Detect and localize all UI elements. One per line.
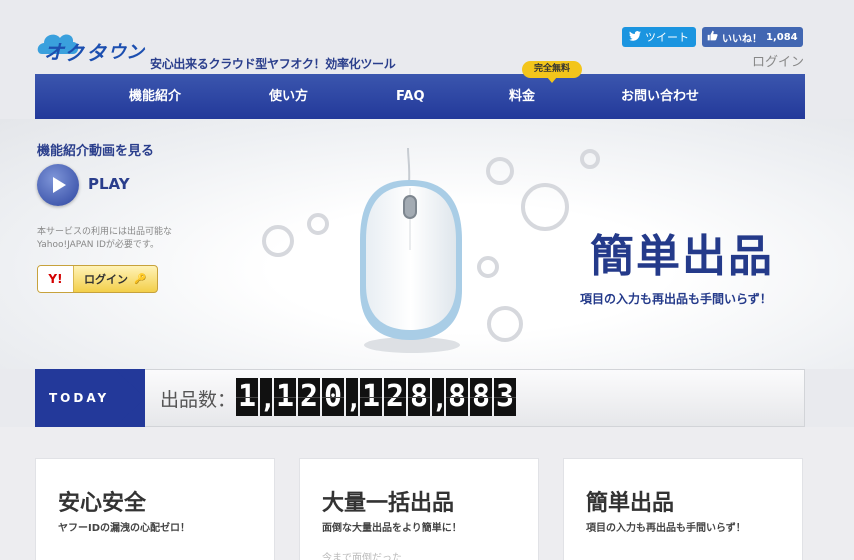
key-icon: 🔑 <box>134 273 147 285</box>
feature-card-easy-listing: 簡単出品 項目の入力も再出品も手間いらず！ <box>563 458 803 560</box>
counter-digit: 8 <box>470 378 492 416</box>
yahoo-login-button[interactable]: Y! ログイン 🔑 <box>37 265 158 293</box>
counter-digit: 1 <box>236 378 258 416</box>
like-button[interactable]: いいね！ 1,084 <box>702 27 803 47</box>
nav-item-how-to-use[interactable]: 使い方 <box>269 74 308 119</box>
card-subtitle: ヤフーIDの漏洩の心配ゼロ！ <box>58 523 191 534</box>
svg-text:ン: ン <box>126 42 146 63</box>
svg-text:タ: タ <box>86 41 108 65</box>
nav-item-features[interactable]: 機能紹介 <box>129 74 181 119</box>
card-title: 簡単出品 <box>586 491 675 516</box>
counter-comma: , <box>260 378 276 416</box>
nav-item-pricing[interactable]: 料金 <box>509 74 535 119</box>
mouse-image <box>360 147 462 353</box>
feature-card-bulk-listing: 大量一括出品 面倒な大量出品をより簡単に！ 今まで面倒だった <box>299 458 539 560</box>
counter-comma: , <box>346 378 362 416</box>
like-count: 1,084 <box>766 31 798 43</box>
like-label: いいね！ <box>722 33 762 45</box>
tweet-label: ツイート <box>645 31 689 44</box>
counter-digit: 1 <box>274 378 296 416</box>
card-body: 今まで面倒だった <box>322 553 402 560</box>
nav-item-contact[interactable]: お問い合わせ <box>621 74 699 119</box>
counter-digit: 8 <box>446 378 468 416</box>
counter-digit: 8 <box>408 378 430 416</box>
card-title: 安心安全 <box>58 491 147 516</box>
counter-digit: 2 <box>298 378 320 416</box>
social-buttons: ツイート いいね！ 1,084 <box>622 27 803 47</box>
free-badge: 完全無料 <box>522 61 582 83</box>
yahoo-logo-icon: Y! <box>38 266 74 292</box>
play-button[interactable] <box>37 164 79 206</box>
hero-subtitle: 項目の入力も再出品も手間いらず！ <box>580 292 772 306</box>
card-subtitle: 面倒な大量出品をより簡単に！ <box>322 523 462 534</box>
tweet-button[interactable]: ツイート <box>622 27 696 47</box>
counter-digit: 2 <box>384 378 406 416</box>
nav-item-faq[interactable]: FAQ <box>396 74 425 119</box>
yahoo-id-notice: 本サービスの利用には出品可能なYahoo!JAPAN IDが必要です。 <box>37 227 173 250</box>
counter-digit: 1 <box>360 378 382 416</box>
card-title: 大量一括出品 <box>322 491 455 516</box>
twitter-bird-icon <box>629 30 641 44</box>
counter-digit: 3 <box>494 378 516 416</box>
thumbs-up-icon <box>707 30 718 44</box>
counter-comma: , <box>432 378 448 416</box>
feature-card-safety: 安心安全 ヤフーIDの漏洩の心配ゼロ！ <box>35 458 275 560</box>
counter-digit: 0 <box>322 378 344 416</box>
card-subtitle: 項目の入力も再出品も手間いらず！ <box>586 523 746 534</box>
listing-count-label: 出品数： <box>160 389 237 411</box>
svg-text:ク: ク <box>64 41 86 65</box>
yahoo-login-label: ログイン <box>84 273 128 286</box>
tagline: 安心出来るクラウド型ヤフオク！効率化ツール <box>150 57 396 71</box>
play-label[interactable]: PLAY <box>88 175 130 193</box>
login-link[interactable]: ログイン <box>752 51 804 70</box>
svg-text:ウ: ウ <box>108 42 128 63</box>
hero-title: 簡単出品 <box>590 231 774 282</box>
today-arrow <box>115 369 145 427</box>
listing-count-display: 1,120,128,883 <box>236 378 516 416</box>
video-label: 機能紹介動画を見る <box>37 144 155 159</box>
main-nav: 機能紹介 使い方 FAQ 料金 お問い合わせ <box>35 74 805 119</box>
svg-text:オ: オ <box>44 40 66 64</box>
logo[interactable]: オ ク タ ウ ン <box>36 26 146 68</box>
